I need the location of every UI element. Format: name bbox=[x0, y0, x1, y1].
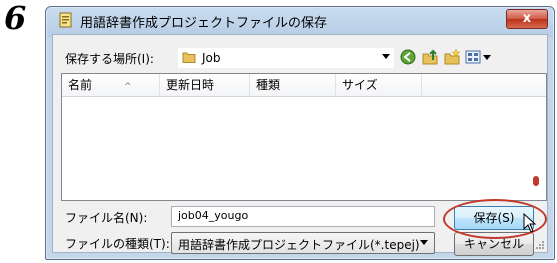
chevron-down-icon[interactable] bbox=[382, 54, 390, 59]
filename-field[interactable]: job04_yougo bbox=[171, 206, 435, 227]
column-label: 名前 bbox=[68, 78, 93, 92]
title-bar: 用語辞書作成プロジェクトファイルの保存 x bbox=[46, 7, 554, 33]
dialog-title: 用語辞書作成プロジェクトファイルの保存 bbox=[80, 16, 328, 31]
filetype-select[interactable]: 用語辞書作成プロジェクトファイル(*.tepej) bbox=[171, 232, 435, 254]
app-icon bbox=[59, 12, 72, 28]
resize-grip-icon[interactable] bbox=[535, 240, 545, 250]
chevron-down-icon[interactable] bbox=[420, 240, 428, 245]
back-icon[interactable] bbox=[399, 48, 417, 66]
close-button[interactable]: x bbox=[506, 9, 548, 29]
mouse-pointer-icon bbox=[523, 213, 537, 233]
file-list[interactable]: 名前 ^ 更新日時 種類 サイズ bbox=[61, 73, 547, 201]
filename-label: ファイル名(N): bbox=[65, 211, 148, 225]
view-menu-icon[interactable] bbox=[465, 48, 493, 66]
filename-value: job04_yougo bbox=[178, 209, 249, 222]
filetype-value: 用語辞書作成プロジェクトファイル(*.tepej) bbox=[178, 238, 420, 252]
annotation-dot bbox=[533, 176, 539, 186]
location-value: Job bbox=[202, 51, 221, 65]
column-header-modified[interactable]: 更新日時 bbox=[160, 74, 250, 96]
new-folder-icon[interactable] bbox=[443, 48, 461, 66]
location-combo[interactable]: Job bbox=[177, 47, 395, 69]
step-number: 6 bbox=[4, 0, 27, 37]
column-header-name[interactable]: 名前 ^ bbox=[62, 74, 160, 96]
sort-ascending-icon: ^ bbox=[124, 82, 132, 92]
up-folder-icon[interactable] bbox=[421, 48, 439, 66]
dialog-body: 保存する場所(I): Job 名前 ^ 更新日時 種類 サイズ ファイル名(N)… bbox=[52, 34, 548, 256]
save-dialog: 用語辞書作成プロジェクトファイルの保存 x 保存する場所(I): Job 名前 … bbox=[45, 6, 555, 260]
folder-icon bbox=[182, 52, 196, 63]
column-header-type[interactable]: 種類 bbox=[250, 74, 336, 96]
location-label: 保存する場所(I): bbox=[65, 52, 154, 66]
filetype-label: ファイルの種類(T): bbox=[65, 237, 170, 251]
column-header-size[interactable]: サイズ bbox=[336, 74, 422, 96]
list-header: 名前 ^ 更新日時 種類 サイズ bbox=[62, 74, 546, 97]
